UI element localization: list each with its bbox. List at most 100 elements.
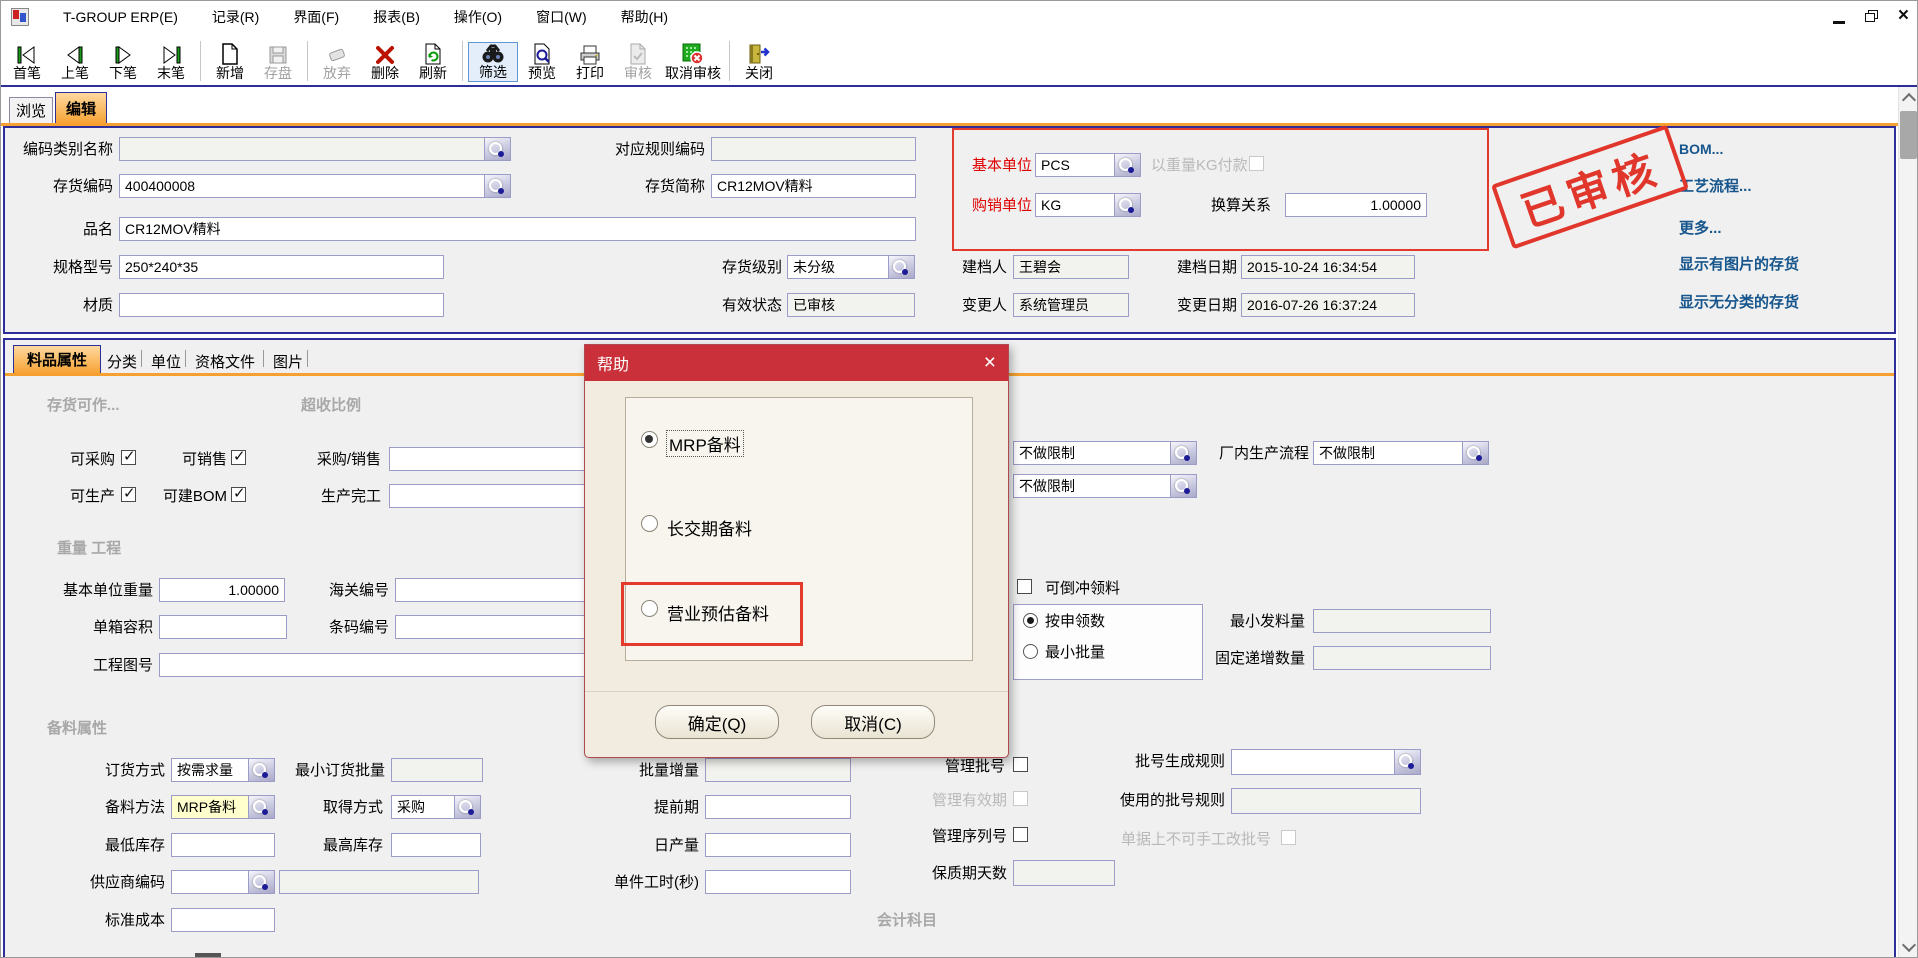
- menu-operation[interactable]: 操作(O): [454, 7, 502, 27]
- lookup-icon[interactable]: [248, 759, 274, 781]
- sellable-checkbox[interactable]: [231, 450, 246, 465]
- unit-weight-field[interactable]: 1.00000: [159, 578, 285, 602]
- spec-field[interactable]: 250*240*35: [119, 255, 444, 279]
- item-name-field[interactable]: CR12MOV精料: [119, 217, 916, 241]
- minimize-icon[interactable]: [1833, 21, 1845, 24]
- prep-method-field[interactable]: MRP备料: [171, 795, 275, 819]
- print-button[interactable]: 打印: [566, 44, 614, 82]
- menu-window[interactable]: 窗口(W): [536, 7, 587, 27]
- subtab-picture[interactable]: 图片: [273, 351, 303, 372]
- restore-icon[interactable]: [1865, 10, 1878, 22]
- subtab-unit[interactable]: 单位: [151, 351, 181, 372]
- factory-flow-field[interactable]: 不做限制: [1313, 441, 1489, 465]
- drawing-no-field[interactable]: [159, 653, 595, 677]
- long-lead-prep-label[interactable]: 长交期备料: [667, 515, 752, 540]
- process-flow-link[interactable]: 工艺流程...: [1679, 175, 1752, 196]
- scrollbar-thumb[interactable]: [1900, 111, 1917, 159]
- daily-output-field[interactable]: [705, 833, 851, 857]
- show-uncategorized-link[interactable]: 显示无分类的存货: [1679, 291, 1799, 312]
- mrp-prep-radio[interactable]: [641, 431, 658, 448]
- cancel-audit-button[interactable]: 取消审核: [662, 42, 724, 82]
- sales-forecast-prep-radio[interactable]: [641, 600, 658, 617]
- order-method-field[interactable]: 按需求量: [171, 758, 275, 782]
- menu-report[interactable]: 报表(B): [373, 7, 420, 27]
- over-purchase-field[interactable]: [389, 447, 589, 471]
- tab-browse[interactable]: 浏览: [9, 97, 53, 123]
- restrict1-field[interactable]: 不做限制: [1013, 441, 1197, 465]
- next-record-button[interactable]: 下笔: [99, 44, 147, 82]
- box-volume-field[interactable]: [159, 615, 287, 639]
- lead-time-field[interactable]: [705, 795, 851, 819]
- lookup-icon[interactable]: [1462, 442, 1488, 464]
- by-request-radio[interactable]: [1023, 613, 1038, 628]
- lookup-icon[interactable]: [484, 175, 510, 197]
- lookup-icon[interactable]: [1114, 154, 1140, 176]
- ratio-field[interactable]: 1.00000: [1285, 193, 1427, 217]
- vertical-scrollbar[interactable]: [1898, 87, 1918, 958]
- code-category-field[interactable]: [119, 137, 511, 161]
- unit-time-field[interactable]: [705, 870, 851, 894]
- over-production-field[interactable]: [389, 484, 589, 508]
- long-lead-prep-radio[interactable]: [641, 515, 658, 532]
- material-field[interactable]: [119, 293, 444, 317]
- menu-tgroup-erp[interactable]: T-GROUP ERP(E): [63, 9, 178, 25]
- bom-link[interactable]: BOM...: [1679, 141, 1723, 157]
- menu-help[interactable]: 帮助(H): [621, 7, 668, 27]
- close-window-icon[interactable]: ×: [1898, 6, 1909, 26]
- last-record-button[interactable]: 末笔: [147, 44, 195, 82]
- lookup-icon[interactable]: [484, 138, 510, 160]
- item-code-field[interactable]: 400400008: [119, 174, 511, 198]
- lookup-icon[interactable]: [454, 796, 480, 818]
- add-button[interactable]: 新增: [206, 42, 254, 82]
- lookup-icon[interactable]: [1170, 442, 1196, 464]
- item-abbr-field[interactable]: CR12MOV精料: [711, 174, 916, 198]
- filter-button[interactable]: 筛选: [468, 42, 518, 82]
- manage-serial-checkbox[interactable]: [1013, 827, 1028, 842]
- more-link[interactable]: 更多...: [1679, 217, 1722, 238]
- purchasable-checkbox[interactable]: [121, 450, 136, 465]
- sales-forecast-prep-label[interactable]: 营业预估备料: [667, 600, 769, 625]
- preview-button[interactable]: 预览: [518, 42, 566, 82]
- delete-button[interactable]: 删除: [361, 44, 409, 82]
- lookup-icon[interactable]: [1394, 750, 1420, 774]
- restrict2-field[interactable]: 不做限制: [1013, 474, 1197, 498]
- first-record-button[interactable]: 首笔: [3, 44, 51, 82]
- max-stock-field[interactable]: [391, 833, 481, 857]
- lookup-icon[interactable]: [248, 796, 274, 818]
- menu-record[interactable]: 记录(R): [212, 7, 259, 27]
- producible-checkbox[interactable]: [121, 487, 136, 502]
- dialog-close-icon[interactable]: ×: [984, 353, 996, 373]
- acquire-method-field[interactable]: 采购: [391, 795, 481, 819]
- subtab-item-attributes[interactable]: 料品属性: [13, 345, 101, 373]
- menu-interface[interactable]: 界面(F): [293, 7, 339, 27]
- supplier-code-field[interactable]: [171, 870, 275, 894]
- cancel-button[interactable]: 取消(C): [811, 705, 935, 739]
- dialog-title-bar[interactable]: 帮助 ×: [585, 345, 1008, 381]
- std-cost-field[interactable]: [171, 908, 275, 932]
- lookup-icon[interactable]: [1114, 194, 1140, 216]
- batch-rule-field[interactable]: [1231, 749, 1421, 775]
- ok-button[interactable]: 确定(Q): [655, 705, 779, 739]
- refresh-button[interactable]: 刷新: [409, 42, 457, 82]
- show-with-images-link[interactable]: 显示有图片的存货: [1679, 253, 1799, 274]
- mrp-prep-label[interactable]: MRP备料: [667, 431, 743, 456]
- close-button[interactable]: 关闭: [735, 42, 783, 82]
- customs-code-field[interactable]: [395, 578, 595, 602]
- prev-record-button[interactable]: 上笔: [51, 44, 99, 82]
- min-batch-radio[interactable]: [1023, 644, 1038, 659]
- tab-edit[interactable]: 编辑: [55, 92, 107, 123]
- base-unit-field[interactable]: PCS: [1035, 153, 1141, 177]
- backflush-checkbox[interactable]: [1017, 579, 1032, 594]
- lookup-icon[interactable]: [888, 256, 914, 278]
- can-bom-checkbox[interactable]: [231, 487, 246, 502]
- lookup-icon[interactable]: [248, 871, 274, 893]
- scroll-up-icon[interactable]: [1902, 93, 1916, 107]
- scroll-down-icon[interactable]: [1902, 938, 1916, 952]
- barcode-field[interactable]: [395, 615, 595, 639]
- lookup-icon[interactable]: [1170, 475, 1196, 497]
- level-field[interactable]: 未分级: [787, 255, 915, 279]
- subtab-qualification[interactable]: 资格文件: [195, 351, 255, 372]
- trade-unit-field[interactable]: KG: [1035, 193, 1141, 217]
- subtab-category[interactable]: 分类: [107, 351, 137, 372]
- manage-batch-checkbox[interactable]: [1013, 757, 1028, 772]
